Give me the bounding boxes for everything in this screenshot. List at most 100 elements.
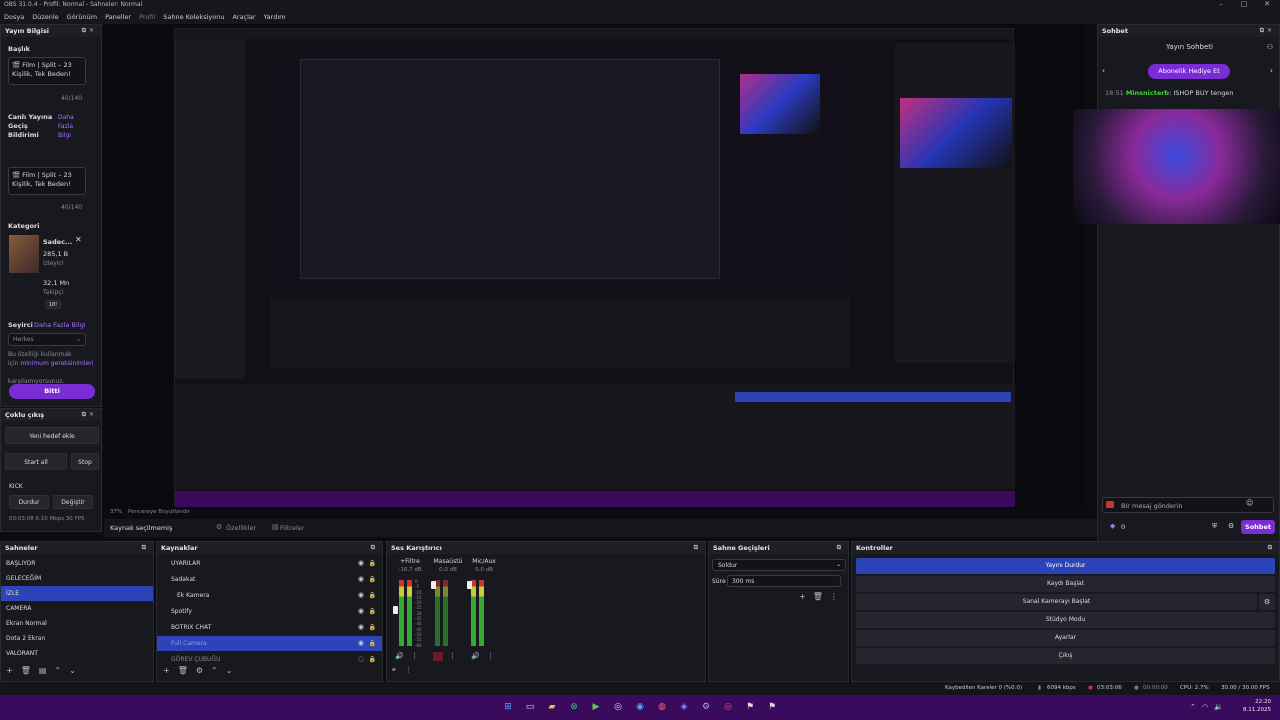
eye-icon[interactable]: ◉ — [358, 572, 364, 587]
dock-float-icon[interactable]: ⧉ — [694, 544, 701, 552]
source-item[interactable]: GÖREV ÇUBUĞU ◌ 🔒 — [157, 652, 382, 667]
more-options-icon[interactable]: ⋮ — [405, 666, 412, 674]
volume-slider-handle[interactable] — [393, 606, 398, 614]
filter-icon[interactable]: ▤ — [39, 666, 47, 675]
eye-icon[interactable]: ◉ — [358, 636, 364, 651]
eye-icon[interactable]: ◉ — [358, 588, 364, 603]
scene-item[interactable]: BAŞLIYOR — [1, 556, 153, 571]
steam-icon[interactable]: ⚙ — [700, 701, 712, 713]
properties-button[interactable]: Özellikler — [226, 524, 256, 532]
lock-icon[interactable]: 🔒 — [369, 604, 376, 619]
duration-input[interactable]: 300 ms — [727, 575, 841, 587]
dock-controls-icon[interactable]: ⧉✕ — [1260, 27, 1275, 35]
target-change-button[interactable]: Değiştir — [53, 495, 93, 509]
settings-button[interactable]: Ayarlar — [856, 630, 1275, 646]
dock-float-icon[interactable]: ⧉ — [837, 544, 844, 552]
minimize-button[interactable]: – — [1210, 0, 1232, 8]
gear-icon[interactable]: ⚙ — [1228, 522, 1234, 530]
target-stop-button[interactable]: Durdur — [9, 495, 49, 509]
audience-more-link[interactable]: Daha Fazla Bilgi — [34, 321, 86, 329]
scene-item[interactable]: Dota 2 Ekran — [1, 631, 153, 646]
lock-icon[interactable]: 🔒 — [369, 652, 376, 667]
obs-icon[interactable]: ◎ — [612, 701, 624, 713]
lock-icon[interactable]: 🔒 — [369, 636, 376, 651]
requirements-link[interactable]: minimum gereksinimleri — [20, 360, 93, 367]
start-all-button[interactable]: Start all — [5, 453, 67, 470]
add-icon[interactable]: + — [6, 666, 13, 675]
volume-icon[interactable]: 🔉 — [1214, 703, 1223, 711]
eye-hidden-icon[interactable]: ◌ — [358, 652, 364, 667]
virtual-camera-gear-icon[interactable]: ⚙ — [1259, 594, 1275, 610]
arrow-up-icon[interactable]: ⌃ — [211, 666, 218, 675]
lock-icon[interactable]: 🔒 — [369, 556, 376, 571]
eye-icon[interactable]: ◉ — [358, 556, 364, 571]
dock-controls-icon[interactable]: ⧉✕ — [82, 27, 97, 35]
filters-button[interactable]: Filtreler — [280, 524, 304, 532]
shield-icon[interactable]: ⛨ — [1212, 522, 1217, 531]
close-button[interactable]: ✕ — [1256, 0, 1278, 8]
trash-icon[interactable]: 🗑 — [813, 592, 823, 601]
eye-icon[interactable]: ◉ — [358, 620, 364, 635]
notification-input[interactable]: 🎬 Film | Split – 23 Kişilik, Tek Beden! — [8, 167, 86, 195]
tray-chevron-icon[interactable]: ⌃ — [1190, 703, 1196, 711]
menu-scene-collection[interactable]: Sahne Koleksiyonu — [163, 11, 224, 24]
link-icon[interactable]: ⚭ — [391, 666, 397, 674]
send-chat-button[interactable]: Sohbet — [1241, 520, 1275, 534]
menu-file[interactable]: Dosya — [4, 11, 24, 24]
clock-date[interactable]: 8.11.2025 — [1243, 707, 1271, 713]
app-icon[interactable]: ⚑ — [766, 701, 778, 713]
more-info-link[interactable]: Daha Fazla Bilgi — [58, 113, 80, 140]
audience-select[interactable]: Herkes ⌄ — [8, 333, 86, 346]
chevron-left-icon[interactable]: ‹ — [1102, 66, 1105, 75]
maximize-button[interactable]: □ — [1233, 0, 1255, 8]
menu-tools[interactable]: Araçlar — [232, 11, 255, 24]
dock-float-icon[interactable]: ⧉ — [142, 544, 149, 552]
source-item[interactable]: Spotify ◉ 🔒 — [157, 604, 382, 619]
browser-icon[interactable]: ◉ — [634, 701, 646, 713]
more-options-icon[interactable]: ⋮ — [830, 592, 838, 601]
fit-window-label[interactable]: Pencereye Boyutlandır — [128, 509, 190, 515]
chrome-icon[interactable]: ◍ — [656, 701, 668, 713]
program-preview[interactable] — [104, 24, 1084, 508]
arrow-down-icon[interactable]: ⌄ — [69, 666, 76, 675]
stop-streaming-button[interactable]: Yayını Durdur — [856, 558, 1275, 574]
start-virtual-camera-button[interactable]: Sanal Kamerayı Başlat — [856, 594, 1257, 610]
chevron-right-icon[interactable]: › — [1270, 66, 1273, 75]
add-target-button[interactable]: Yeni hedef ekle — [5, 427, 99, 444]
scene-item[interactable]: Ekran Normal — [1, 616, 153, 631]
more-options-icon[interactable]: ⋮ — [487, 652, 494, 660]
dock-float-icon[interactable]: ⧉ — [1268, 544, 1275, 552]
lock-icon[interactable]: 🔒 — [369, 588, 376, 603]
volume-slider-handle[interactable] — [467, 581, 472, 589]
arrow-down-icon[interactable]: ⌄ — [226, 666, 233, 675]
scene-item-selected[interactable]: İZLE — [1, 586, 153, 601]
transition-select[interactable]: Soldur ⌄ — [712, 559, 846, 571]
xbox-icon[interactable]: ⊗ — [568, 701, 580, 713]
clock-time[interactable]: 22:20 — [1243, 699, 1271, 705]
lock-icon[interactable]: 🔒 — [369, 620, 376, 635]
dock-float-icon[interactable]: ⧉ — [371, 544, 378, 552]
add-icon[interactable]: + — [799, 592, 806, 601]
volume-slider-handle[interactable] — [431, 581, 436, 589]
more-options-icon[interactable]: ⋮ — [449, 652, 456, 660]
studio-mode-button[interactable]: Stüdyo Modu — [856, 612, 1275, 628]
speaker-icon[interactable]: 🔊 — [395, 652, 404, 660]
app-icon[interactable]: ⚑ — [744, 701, 756, 713]
message-user[interactable]: Minsnicterb — [1126, 89, 1169, 97]
dock-controls-icon[interactable]: ⧉✕ — [82, 411, 97, 419]
play-icon[interactable]: ▶ — [590, 701, 602, 713]
task-view-icon[interactable]: ▭ — [524, 701, 536, 713]
trash-icon[interactable]: 🗑 — [21, 666, 31, 675]
channel-points-icon[interactable]: ◆ — [1110, 522, 1115, 530]
wifi-icon[interactable]: ◠ — [1202, 703, 1208, 711]
emote-icon[interactable]: ☺ — [1246, 499, 1253, 507]
lock-icon[interactable]: 🔒 — [369, 572, 376, 587]
done-button[interactable]: Bitti — [9, 384, 95, 399]
scene-item[interactable]: VALORANT — [1, 646, 153, 661]
remove-category-icon[interactable]: ✕ — [75, 235, 82, 244]
menu-docks[interactable]: Paneller — [105, 11, 131, 24]
gear-icon[interactable]: ⚙ — [196, 666, 203, 675]
source-item-selected[interactable]: Full Camera ◉ 🔒 — [157, 636, 382, 651]
menu-help[interactable]: Yardım — [264, 11, 286, 24]
scene-item[interactable]: CAMERA — [1, 601, 153, 616]
